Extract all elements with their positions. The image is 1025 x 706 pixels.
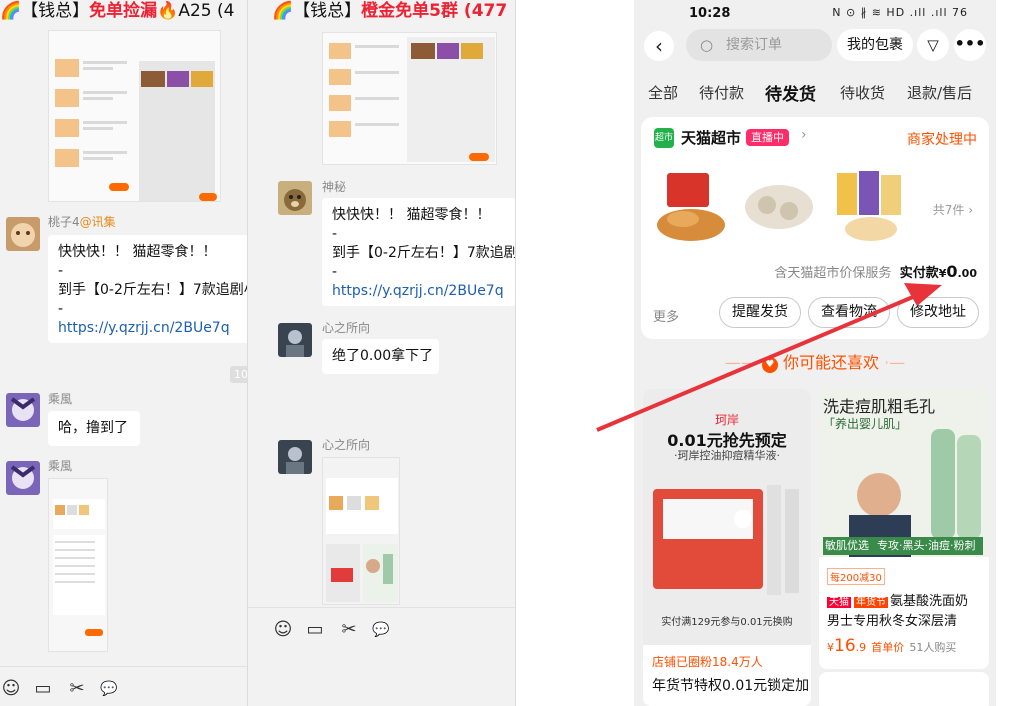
text-message: 快快快！！ 猫超零食！！ - 到手【0-2斤左右！】7款追剧 - https:/… <box>322 198 515 306</box>
recommend-card[interactable]: 珂岸 0.01元抢先预定 ·珂岸控油抑痘精华液· 实付满129元参与0.01元换… <box>643 389 811 706</box>
search-icon: ○ <box>700 36 714 54</box>
avatar[interactable] <box>278 323 312 357</box>
product-title: 天猫 年货节 氨基酸洗面奶 <box>827 594 969 609</box>
sender-name: 心之所向 <box>322 321 371 335</box>
sender-name: 桃子4@讯集 <box>48 215 116 229</box>
phone-order-page: 10:28 N ⊙ ∦ ≋ HD .ıll .ıll 76 ‹ ○ 搜索订单 我… <box>634 0 996 706</box>
more-icon[interactable]: ••• <box>954 29 986 61</box>
title-prefix: 🌈【钱总】 <box>272 1 362 21</box>
avatar[interactable] <box>6 217 40 251</box>
emoji-icon[interactable]: ☺ <box>0 679 22 699</box>
shop-name[interactable]: 天猫超市 <box>681 127 741 148</box>
folder-icon[interactable]: ▭ <box>32 679 54 699</box>
product-image[interactable] <box>741 167 819 247</box>
emoji-icon[interactable]: ☺ <box>272 620 294 640</box>
chat-window-2: 🌈【钱总】橙金免单5群 (477 神秘 快快快！！ 猫超零食！！ - 到手【0-… <box>248 0 516 706</box>
title-text: 免单捡漏 <box>89 1 158 21</box>
blank-area <box>516 0 634 706</box>
search-input[interactable]: ○ 搜索订单 <box>686 29 832 61</box>
promo-tag: 敏肌优选 <box>825 539 869 552</box>
chat-toolbar: ☺ ▭ ✂ 💬 <box>0 666 247 706</box>
order-header: ‹ ○ 搜索订单 我的包裹 ▽ ••• <box>634 28 996 64</box>
heart-icon: ♥ <box>761 357 778 373</box>
promo-bottom: 实付满129元参与0.01元换购 <box>661 617 793 628</box>
remind-ship-button[interactable]: 提醒发货 <box>719 297 801 328</box>
discount-badge: 每200减30 <box>827 568 885 585</box>
shop-fans: 店铺已圈粉18.4万人 <box>652 655 763 669</box>
title-prefix: 🌈【钱总】 <box>0 1 90 21</box>
scissors-icon[interactable]: ✂ <box>338 620 360 640</box>
chat-toolbar: ☺ ▭ ✂ 💬 <box>248 607 515 706</box>
product-title: 年货节特权0.01元锁定加 <box>652 678 810 694</box>
promo-tag-2: 专攻·黑头·油痘·粉刺 <box>877 539 976 552</box>
title-text: 橙金免单5群 (477 <box>361 1 508 21</box>
chat-window-1: 🌈【钱总】免单捡漏🔥A25 (4 桃子4@讯集 快快快！！ 猫超零食！！ - 到… <box>0 0 248 706</box>
timestamp: 10 <box>230 366 247 383</box>
product-title-2: 男士专用秋冬女深层清 <box>827 614 958 629</box>
image-message[interactable] <box>322 32 497 165</box>
screen: 🌈【钱总】免单捡漏🔥A25 (4 桃子4@讯集 快快快！！ 猫超零食！！ - 到… <box>0 0 1025 706</box>
you-may-like-heading: —— ♥ 你可能还喜欢 ·— <box>724 353 906 373</box>
tab-pending-payment[interactable]: 待付款 <box>699 82 744 103</box>
chat-history-icon[interactable]: 💬 <box>98 679 120 699</box>
recommend-card[interactable]: 洗走痘肌粗毛孔 「养出婴儿肌」 敏肌优选 专攻·黑头·油痘·粉刺 每200减30… <box>819 389 989 669</box>
chat-title: 🌈【钱总】橙金免单5群 (477 <box>248 0 515 32</box>
tab-pending-shipment[interactable]: 待发货 <box>765 80 816 105</box>
price: ¥16.9 首单价 51人购买 <box>827 636 957 656</box>
my-package-button[interactable]: 我的包裹 <box>837 29 913 61</box>
order-tabs: 全部 待付款 待发货 待收货 退款/售后 <box>634 76 996 108</box>
text-message: 绝了0.00拿下了 <box>322 339 439 374</box>
promo-sub: 「养出婴儿肌」 <box>823 417 908 431</box>
live-badge[interactable]: 直播中 <box>746 129 789 146</box>
order-card[interactable]: 超市 天猫超市 直播中 › 商家处理中 共7件 › 含天猫超市价保服务 实付款¥… <box>641 117 989 339</box>
order-screenshot-thumbnail <box>49 31 220 201</box>
product-image[interactable] <box>653 167 731 247</box>
text-message: 哈，撸到了 <box>48 411 140 446</box>
sender-name: 乘風 <box>48 392 73 406</box>
chat-history-icon[interactable]: 💬 <box>370 620 392 640</box>
message-link[interactable]: https://y.qzrjj.cn/2BUe7q <box>332 282 506 301</box>
order-status: 商家处理中 <box>907 132 977 148</box>
shop-logo: 超市 <box>654 128 674 148</box>
title-suffix: 🔥A25 (4 <box>157 1 235 21</box>
image-message[interactable] <box>48 30 221 202</box>
text-message: 快快快！！ 猫超零食！！ - 到手【0-2斤左右！】7款追剧小 - https:… <box>48 235 247 343</box>
item-count[interactable]: 共7件 › <box>933 201 973 218</box>
tab-pending-receipt[interactable]: 待收货 <box>840 82 885 103</box>
avatar[interactable] <box>6 461 40 495</box>
promo-sub: ·珂岸控油抑痘精华液· <box>674 449 780 462</box>
chat-title: 🌈【钱总】免单捡漏🔥A25 (4 <box>0 0 247 32</box>
filter-icon[interactable]: ▽ <box>917 29 949 61</box>
status-bar: 10:28 N ⊙ ∦ ≋ HD .ıll .ıll 76 <box>634 0 996 28</box>
recommend-card[interactable] <box>819 672 989 706</box>
avatar[interactable] <box>278 440 312 474</box>
tab-all[interactable]: 全部 <box>648 82 678 103</box>
avatar[interactable] <box>278 181 312 215</box>
folder-icon[interactable]: ▭ <box>304 620 326 640</box>
image-message[interactable] <box>322 457 400 605</box>
status-icons: N ⊙ ∦ ≋ HD .ıll .ıll 76 <box>832 6 968 19</box>
tab-refund[interactable]: 退款/售后 <box>907 82 972 103</box>
view-logistics-button[interactable]: 查看物流 <box>808 297 890 328</box>
payment-summary: 含天猫超市价保服务 实付款¥0.00 <box>774 262 977 281</box>
change-address-button[interactable]: 修改地址 <box>897 297 979 328</box>
more-link[interactable]: 更多 <box>653 306 679 325</box>
sender-name: 乘風 <box>48 459 73 473</box>
back-icon[interactable]: ‹ <box>644 31 674 61</box>
sender-name: 神秘 <box>322 180 347 194</box>
brand-name: 珂岸 <box>714 413 739 427</box>
promo-headline: 洗走痘肌粗毛孔 <box>823 397 936 416</box>
avatar[interactable] <box>6 393 40 427</box>
chevron-right-icon: › <box>801 127 807 143</box>
order-screenshot-thumbnail <box>323 33 496 164</box>
scissors-icon[interactable]: ✂ <box>66 679 88 699</box>
status-time: 10:28 <box>689 6 731 21</box>
product-image[interactable] <box>831 167 909 247</box>
message-link[interactable]: https://y.qzrjj.cn/2BUe7q <box>58 319 247 338</box>
image-message[interactable] <box>48 478 108 652</box>
sender-name: 心之所向 <box>322 438 371 452</box>
search-placeholder: 搜索订单 <box>726 37 782 53</box>
order-screenshot-thumbnail <box>49 479 107 651</box>
phone-screenshot-thumbnail <box>323 458 399 604</box>
